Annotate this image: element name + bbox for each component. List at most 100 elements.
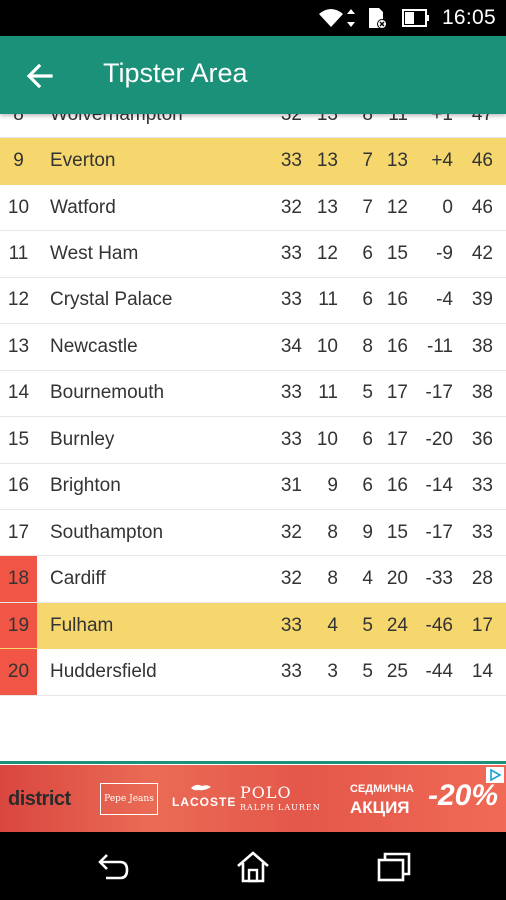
cell-team-name: Brighton	[50, 475, 121, 497]
cell-drawn: 7	[362, 196, 373, 218]
cell-goal-difference: -44	[425, 660, 453, 682]
table-row[interactable]: 8 Wolverhampton 32 13 8 11 +1 47	[0, 114, 506, 139]
battery-icon	[401, 9, 430, 27]
cell-goal-difference: -4	[436, 289, 453, 311]
cell-points: 46	[471, 196, 493, 218]
cell-drawn: 5	[362, 660, 373, 682]
cell-points: 39	[471, 289, 493, 311]
cell-points: 28	[471, 568, 493, 590]
ad-brand-polo: POLO	[240, 783, 292, 802]
cell-team-name: Crystal Palace	[50, 289, 173, 311]
recent-apps-icon[interactable]	[376, 850, 412, 884]
cell-played: 32	[280, 568, 302, 590]
cell-position: 8	[13, 114, 24, 125]
ad-banner[interactable]: district Pepe Jeans LACOSTE POLO RALPH L…	[0, 765, 506, 832]
cell-drawn: 6	[362, 243, 373, 265]
cell-points: 17	[471, 614, 493, 636]
cell-team-name: Wolverhampton	[50, 114, 183, 125]
table-row[interactable]: 19 Fulham 33 4 5 24 -46 17	[0, 602, 506, 650]
cell-position: 9	[13, 150, 24, 172]
cell-won: 11	[318, 289, 338, 311]
cell-drawn: 6	[362, 475, 373, 497]
cell-won: 4	[327, 614, 338, 636]
league-table[interactable]: 8 Wolverhampton 32 13 8 11 +1 47 9 Everton 33 13 7 13…	[0, 114, 506, 762]
cell-drawn: 5	[362, 614, 373, 636]
cell-points: 36	[471, 428, 493, 450]
cell-drawn: 8	[362, 114, 373, 125]
cell-goal-difference: +4	[431, 150, 453, 172]
cell-lost: 16	[386, 289, 408, 311]
cell-team-name: Burnley	[50, 428, 115, 450]
cell-lost: 17	[386, 428, 408, 450]
cell-won: 11	[318, 382, 338, 404]
cell-played: 33	[280, 243, 302, 265]
ad-promo-line1: СЕДМИЧНА	[350, 783, 414, 795]
cell-lost: 17	[386, 382, 408, 404]
table-row[interactable]: 15 Burnley 33 10 6 17 -20 36	[0, 417, 506, 464]
cell-points: 33	[471, 475, 493, 497]
table-row[interactable]: 14 Bournemouth 33 11 5 17 -17 38	[0, 371, 506, 418]
cell-played: 32	[280, 196, 302, 218]
cell-drawn: 4	[362, 568, 373, 590]
cell-won: 13	[316, 114, 338, 125]
back-nav-icon[interactable]	[94, 850, 130, 884]
cell-lost: 25	[386, 660, 408, 682]
table-row[interactable]: 13 Newcastle 34 10 8 16 -11 38	[0, 324, 506, 371]
cell-won: 8	[327, 568, 338, 590]
cell-lost: 11	[388, 114, 408, 125]
cell-lost: 16	[386, 335, 408, 357]
table-row[interactable]: 9 Everton 33 13 7 13 +4 46	[0, 138, 506, 185]
cell-played: 34	[280, 335, 302, 357]
cell-played: 33	[280, 428, 302, 450]
page-title: Tipster Area	[103, 58, 248, 88]
arrow-back-icon[interactable]	[24, 60, 56, 92]
cell-team-name: Southampton	[50, 521, 164, 543]
cell-position: 14	[7, 382, 30, 404]
cell-won: 8	[327, 521, 338, 543]
cell-drawn: 9	[362, 521, 373, 543]
cell-position: 11	[8, 243, 29, 265]
cell-position: 20	[0, 649, 37, 695]
ad-brand-lacoste: LACOSTE	[172, 795, 237, 809]
cell-points: 38	[471, 335, 493, 357]
cell-points: 42	[471, 243, 493, 265]
status-bar: 16:05	[0, 0, 506, 36]
table-row[interactable]: 10 Watford 32 13 7 12 0 46	[0, 185, 506, 232]
cell-lost: 20	[386, 568, 408, 590]
cell-won: 10	[316, 428, 338, 450]
cell-points: 46	[471, 150, 493, 172]
cell-goal-difference: 0	[442, 196, 453, 218]
home-nav-icon[interactable]	[235, 850, 271, 884]
table-row[interactable]: 20 Huddersfield 33 3 5 25 -44 14	[0, 649, 506, 696]
table-row[interactable]: 17 Southampton 32 8 9 15 -17 33	[0, 510, 506, 557]
cell-points: 47	[471, 114, 493, 125]
ad-promo-discount: -20%	[428, 779, 499, 812]
cell-won: 9	[327, 475, 338, 497]
cell-drawn: 5	[362, 382, 373, 404]
cell-played: 31	[280, 475, 302, 497]
cell-position: 12	[7, 289, 30, 311]
cell-drawn: 7	[362, 150, 373, 172]
adchoices-icon[interactable]	[486, 767, 504, 783]
cell-won: 12	[316, 243, 338, 265]
cell-won: 13	[316, 196, 338, 218]
cell-lost: 16	[386, 475, 408, 497]
cell-team-name: Bournemouth	[50, 382, 165, 404]
league-table-rows: 8 Wolverhampton 32 13 8 11 +1 47 9 Everton 33 13 7 13…	[0, 114, 506, 696]
cell-played: 33	[280, 660, 302, 682]
cell-goal-difference: -14	[425, 475, 453, 497]
cell-played: 33	[280, 150, 302, 172]
divider	[0, 761, 506, 764]
table-row[interactable]: 18 Cardiff 32 8 4 20 -33 28	[0, 556, 506, 603]
cell-lost: 13	[386, 150, 408, 172]
table-row[interactable]: 16 Brighton 31 9 6 16 -14 33	[0, 464, 506, 510]
ad-brand-district: district	[8, 788, 71, 810]
cell-goal-difference: -17	[425, 382, 453, 404]
table-row[interactable]: 11 West Ham 33 12 6 15 -9 42	[0, 231, 506, 278]
cell-played: 33	[280, 289, 302, 311]
table-row[interactable]: 12 Crystal Palace 33 11 6 16 -4 39	[0, 278, 506, 325]
cell-position: 13	[7, 335, 30, 357]
crocodile-logo-icon	[190, 781, 212, 795]
cell-position: 18	[0, 556, 37, 602]
cell-team-name: Everton	[50, 150, 116, 172]
